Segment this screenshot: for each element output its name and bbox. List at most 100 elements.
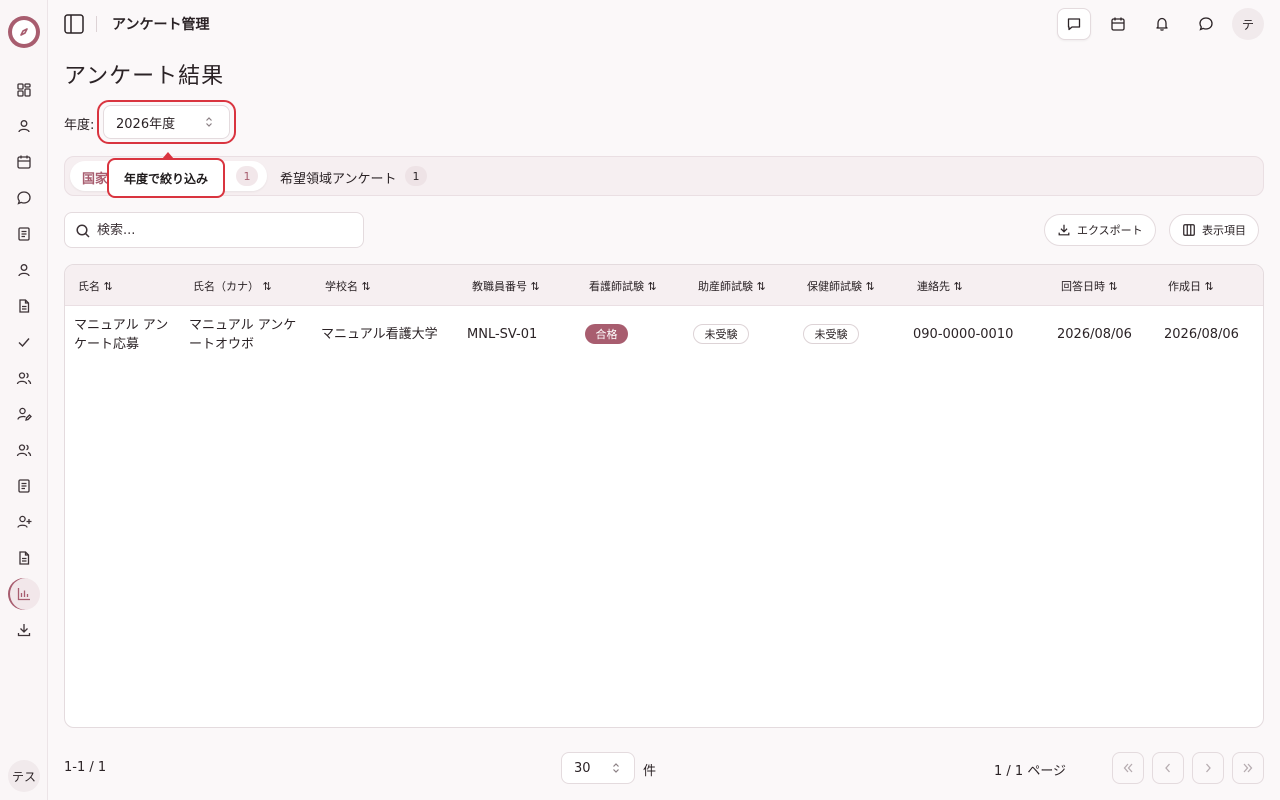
first-page-button[interactable] <box>1112 752 1144 784</box>
sidebar-item-downloads[interactable] <box>8 614 40 646</box>
sidebar: テス <box>0 0 48 800</box>
tab-count-badge: 1 <box>405 166 427 186</box>
columns-button-label: 表示項目 <box>1202 224 1246 237</box>
user-icon <box>18 264 30 277</box>
cell-answered-at: 2026/08/06 <box>1057 327 1132 342</box>
top-header: アンケート管理 テ <box>48 0 1280 48</box>
sidebar-item-file[interactable] <box>8 290 40 322</box>
app-logo[interactable] <box>8 16 40 48</box>
bell-icon <box>1156 17 1168 31</box>
column-header-contact[interactable]: 連絡先 ⇅ <box>917 278 963 294</box>
calendar-button[interactable] <box>1101 8 1135 40</box>
user-pen-icon <box>17 407 32 421</box>
notifications-button[interactable] <box>1145 8 1179 40</box>
tooltip-arrow <box>162 152 174 159</box>
chevrons-right-icon <box>1243 763 1253 773</box>
chat-bubble-icon <box>1199 17 1213 31</box>
next-page-button[interactable] <box>1192 752 1224 784</box>
search-icon <box>75 223 91 239</box>
cell-school: マニュアル看護大学 <box>321 327 438 342</box>
year-filter-tooltip: 年度で絞り込み <box>107 158 225 198</box>
column-header-created-at[interactable]: 作成日 ⇅ <box>1168 278 1214 294</box>
bar-chart-icon <box>17 588 30 601</box>
search-box <box>64 212 364 248</box>
sidebar-item-survey-results[interactable] <box>8 578 40 610</box>
status-badge-midwife: 未受験 <box>693 324 749 344</box>
column-header-kana[interactable]: 氏名（カナ） ⇅ <box>193 278 272 294</box>
chevron-left-icon <box>1165 763 1170 773</box>
cell-staff-number: MNL-SV-01 <box>467 327 538 342</box>
calendar-icon <box>1111 17 1125 31</box>
chat-button[interactable] <box>1189 8 1223 40</box>
message-square-icon <box>1067 18 1081 31</box>
chevrons-up-down-icon <box>610 762 622 774</box>
compass-icon <box>12 20 36 44</box>
tab-preferred-field[interactable]: 希望領域アンケート <box>280 168 396 187</box>
search-input[interactable] <box>97 222 347 238</box>
sidebar-item-calendar[interactable] <box>8 146 40 178</box>
sidebar-item-tasks[interactable] <box>8 326 40 358</box>
sidebar-item-add-user[interactable] <box>8 506 40 538</box>
sidebar-item-profile[interactable] <box>8 110 40 142</box>
feedback-button[interactable] <box>1057 8 1091 40</box>
tab-count-badge: 1 <box>236 166 258 186</box>
previous-page-button[interactable] <box>1152 752 1184 784</box>
results-table: 氏名 ⇅ 氏名（カナ） ⇅ 学校名 ⇅ 教職員番号 ⇅ 看護師試験 ⇅ 助産師試… <box>64 264 1264 728</box>
column-header-answered-at[interactable]: 回答日時 ⇅ <box>1061 278 1118 294</box>
year-select[interactable]: 2026年度 <box>103 105 230 139</box>
sidebar-item-reports[interactable] <box>8 542 40 574</box>
download-icon <box>1058 224 1070 236</box>
sidebar-item-messages[interactable] <box>8 182 40 214</box>
sidebar-toggle-button[interactable] <box>62 12 86 36</box>
tab-label: 国家試験アンケート <box>82 172 110 187</box>
column-header-public-health-exam[interactable]: 保健師試験 ⇅ <box>807 278 875 294</box>
result-range: 1-1 / 1 <box>64 760 107 775</box>
last-page-button[interactable] <box>1232 752 1264 784</box>
column-header-school[interactable]: 学校名 ⇅ <box>325 278 371 294</box>
cell-created-at: 2026/08/06 <box>1164 327 1239 342</box>
dashboard-icon <box>17 83 31 97</box>
sidebar-item-groups[interactable] <box>8 434 40 466</box>
header-title: アンケート管理 <box>112 17 210 33</box>
check-icon <box>18 338 30 348</box>
column-header-midwife-exam[interactable]: 助産師試験 ⇅ <box>698 278 766 294</box>
user-avatar[interactable]: テ <box>1232 8 1264 40</box>
page-info: 1 / 1 ページ <box>994 764 1067 779</box>
chevrons-up-down-icon <box>203 116 215 128</box>
file-text-icon <box>19 299 30 313</box>
column-header-staff-number[interactable]: 教職員番号 ⇅ <box>472 278 540 294</box>
download-icon <box>17 624 31 637</box>
year-select-value: 2026年度 <box>116 116 176 132</box>
chevron-right-icon <box>1206 763 1211 773</box>
table-header: 氏名 ⇅ 氏名（カナ） ⇅ 学校名 ⇅ 教職員番号 ⇅ 看護師試験 ⇅ 助産師試… <box>65 265 1263 306</box>
calendar-icon <box>17 155 31 169</box>
sidebar-item-documents[interactable] <box>8 218 40 250</box>
cell-name: マニュアル アンケート応募 <box>74 318 169 352</box>
page-size-select[interactable]: 30 <box>561 752 635 784</box>
page-title: アンケート結果 <box>64 64 225 89</box>
columns-icon <box>1183 224 1195 236</box>
file-text-icon <box>19 551 30 565</box>
chat-bubble-icon <box>17 191 31 205</box>
user-plus-icon <box>17 515 32 528</box>
users-icon <box>16 444 32 457</box>
columns-button[interactable]: 表示項目 <box>1169 214 1259 246</box>
sidebar-item-users[interactable] <box>8 362 40 394</box>
column-header-name[interactable]: 氏名 ⇅ <box>78 278 113 294</box>
sidebar-item-records[interactable] <box>8 470 40 502</box>
sidebar-item-dashboard[interactable] <box>8 74 40 106</box>
column-header-nurse-exam[interactable]: 看護師試験 ⇅ <box>589 278 657 294</box>
export-button[interactable]: エクスポート <box>1044 214 1156 246</box>
sidebar-user-avatar[interactable]: テス <box>8 760 40 792</box>
cell-kana: マニュアル アンケートオウボ <box>189 318 297 352</box>
header-divider <box>96 16 97 32</box>
survey-tabs: 国家試験アンケート 1 希望領域アンケート 1 <box>64 156 1264 196</box>
status-badge-nurse: 合格 <box>585 324 628 344</box>
chevrons-left-icon <box>1123 763 1133 773</box>
sidebar-item-user-edit[interactable] <box>8 398 40 430</box>
sidebar-item-user[interactable] <box>8 254 40 286</box>
status-badge-public-health: 未受験 <box>803 324 859 344</box>
document-list-icon <box>18 479 30 493</box>
cell-contact: 090-0000-0010 <box>913 327 1014 342</box>
page-size-unit: 件 <box>643 764 657 779</box>
